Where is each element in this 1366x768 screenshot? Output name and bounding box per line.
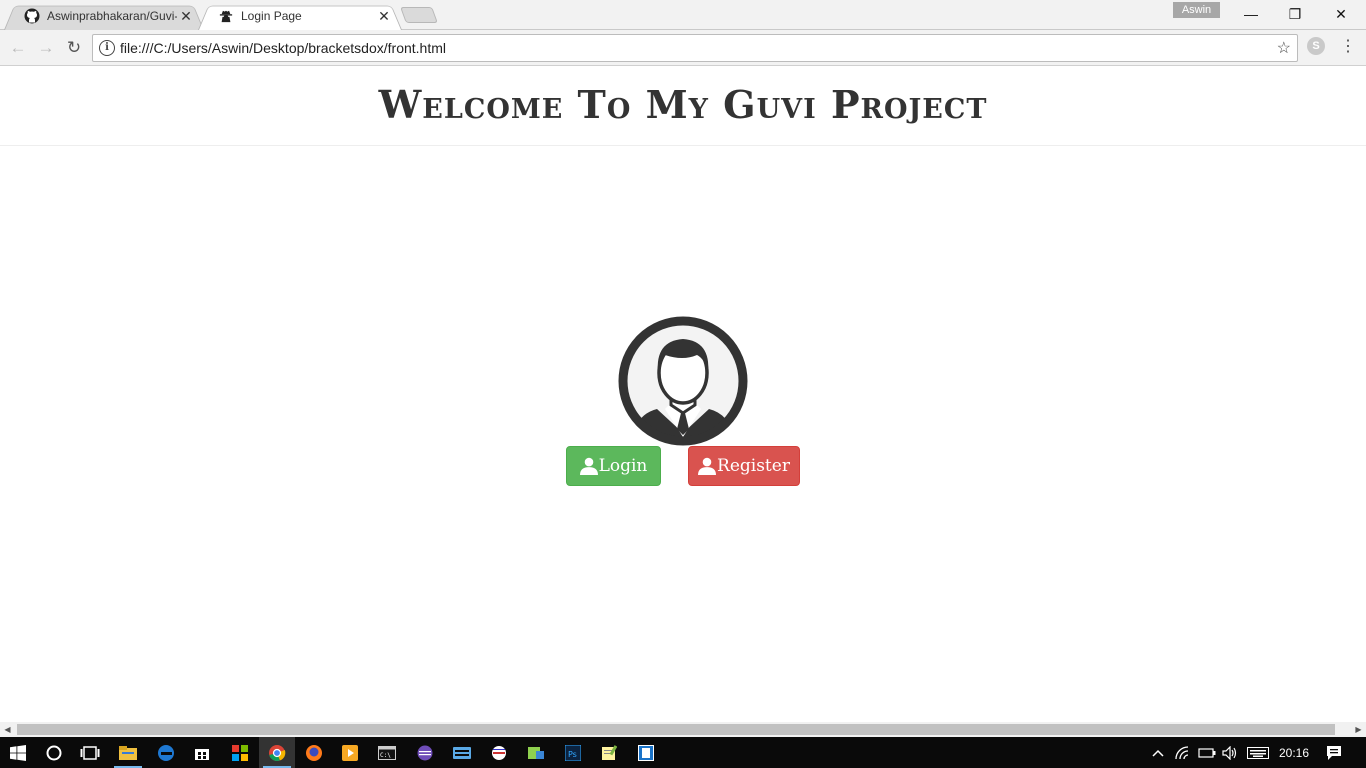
windows-start-icon[interactable] — [0, 737, 36, 768]
profile-button[interactable]: Aswin — [1173, 2, 1220, 18]
spy-icon — [218, 8, 234, 24]
tab-title: Login Page — [241, 9, 302, 23]
notepad-icon[interactable] — [591, 737, 627, 768]
header-divider — [0, 145, 1366, 146]
user-icon — [579, 457, 598, 475]
close-window-button[interactable]: ✕ — [1318, 0, 1364, 28]
cortana-icon[interactable] — [36, 737, 72, 768]
login-label: Login — [598, 456, 648, 476]
wifi-icon[interactable] — [1172, 737, 1194, 768]
page-title: Welcome To My Guvi Project — [378, 82, 988, 127]
tab-github[interactable]: Aswinprabhakaran/Guvi- ✕ — [4, 2, 204, 30]
page-content: Welcome To My Guvi Project Login Registe… — [0, 67, 1366, 722]
tab-title: Aswinprabhakaran/Guvi- — [47, 9, 177, 23]
browser-menu-icon[interactable]: ⋮ — [1340, 36, 1356, 58]
horizontal-scrollbar[interactable]: ◀ ▶ — [0, 722, 1366, 737]
minimize-button[interactable]: — — [1228, 0, 1274, 28]
bookmark-star-icon[interactable]: ☆ — [1277, 38, 1291, 58]
scroll-left-icon[interactable]: ◀ — [0, 722, 15, 737]
app-green-icon[interactable] — [518, 737, 554, 768]
register-label: Register — [717, 456, 790, 476]
edge-icon[interactable] — [148, 737, 184, 768]
firefox-icon[interactable] — [296, 737, 332, 768]
svg-text:C:\: C:\ — [380, 752, 391, 759]
user-avatar-icon — [617, 315, 749, 447]
skype-extension-icon[interactable]: S — [1307, 37, 1325, 55]
github-icon — [24, 8, 40, 24]
media-app-icon[interactable] — [481, 737, 517, 768]
restore-button[interactable]: ❐ — [1272, 0, 1318, 28]
cmd-icon[interactable]: C:\ — [369, 737, 405, 768]
reload-button[interactable]: ↻ — [63, 37, 85, 59]
eclipse-icon[interactable] — [407, 737, 443, 768]
user-icon — [698, 457, 717, 475]
forward-button[interactable]: → — [35, 37, 57, 59]
task-view-icon[interactable] — [72, 737, 108, 768]
address-bar[interactable]: i file:///C:/Users/Aswin/Desktop/bracket… — [92, 34, 1298, 62]
touch-keyboard-icon[interactable] — [1244, 737, 1272, 768]
login-button[interactable]: Login — [566, 446, 661, 486]
battery-icon[interactable] — [1196, 737, 1218, 768]
info-icon[interactable]: i — [99, 40, 115, 56]
clock[interactable]: 20:16 — [1274, 737, 1314, 768]
register-button[interactable]: Register — [688, 446, 800, 486]
keyboard-app-icon[interactable] — [444, 737, 480, 768]
office-icon[interactable] — [222, 737, 258, 768]
chrome-icon[interactable] — [259, 737, 295, 768]
address-url[interactable]: file:///C:/Users/Aswin/Desktop/bracketsd… — [120, 40, 446, 56]
tab-close-icon[interactable]: ✕ — [178, 8, 194, 24]
scroll-right-icon[interactable]: ▶ — [1351, 722, 1366, 737]
new-tab-button[interactable] — [400, 7, 438, 23]
windows-taskbar: C:\ Ps 20:16 — [0, 737, 1366, 768]
media-player-icon[interactable] — [332, 737, 368, 768]
scrollbar-thumb[interactable] — [17, 724, 1335, 735]
app-box-icon[interactable] — [628, 737, 664, 768]
file-explorer-icon[interactable] — [110, 737, 146, 768]
photoshop-icon[interactable]: Ps — [555, 737, 591, 768]
action-center-icon[interactable] — [1320, 737, 1348, 768]
svg-text:Ps: Ps — [568, 750, 577, 759]
tab-close-icon[interactable]: ✕ — [376, 8, 392, 24]
back-button[interactable]: ← — [7, 37, 29, 59]
tab-strip: Aswinprabhakaran/Guvi- ✕ Login Page ✕ As… — [0, 0, 1366, 30]
browser-toolbar: ← → ↻ i file:///C:/Users/Aswin/Desktop/b… — [0, 30, 1366, 66]
volume-icon[interactable] — [1220, 737, 1240, 768]
tab-login-page[interactable]: Login Page ✕ — [198, 2, 402, 30]
show-hidden-icons-icon[interactable] — [1148, 737, 1168, 768]
store-icon[interactable] — [184, 737, 220, 768]
